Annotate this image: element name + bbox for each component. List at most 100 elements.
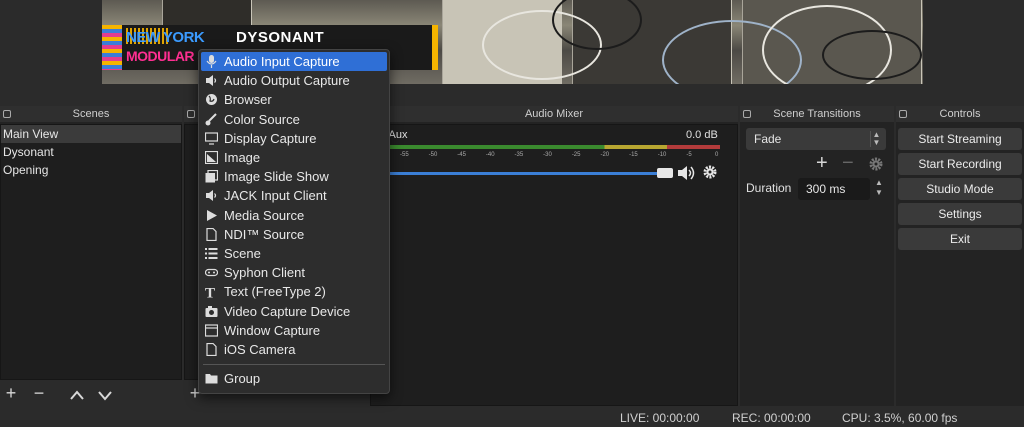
volume-slider-track[interactable] [390,172,660,175]
menu-item-ndi-source[interactable]: NDI™ Source [201,225,387,244]
add-scene-button[interactable]: + [0,382,22,404]
meter-tick-label: -50 [428,152,438,158]
menu-item-label: Window Capture [224,322,321,338]
chevron-up-icon [70,390,84,400]
menu-item-color-source[interactable]: Color Source [201,110,387,129]
exit-button[interactable]: Exit [898,228,1022,250]
menu-item-group[interactable]: Group [201,369,387,388]
gamepad-icon [205,269,218,277]
volume-slider-handle[interactable] [657,168,673,178]
meter-tick-label: -55 [400,152,409,158]
meter-tick-label: -15 [629,152,638,158]
scene-item[interactable]: Opening [1,161,181,179]
remove-scene-button[interactable]: − [28,382,50,404]
scene-item[interactable]: Main View [1,125,181,143]
file-icon [206,343,217,356]
microphone-icon [206,55,217,68]
menu-item-label: Media Source [224,207,305,223]
preview-cable [822,30,922,80]
scenes-list: Main View Dysonant Opening [0,124,182,380]
menu-item-text-freetype-2[interactable]: T Text (FreeType 2) [201,282,387,301]
dock-float-icon[interactable] [899,110,907,118]
menu-item-label: NDI™ Source [224,226,305,242]
menu-item-scene[interactable]: Scene [201,244,387,263]
menu-item-label: Syphon Client [224,265,305,281]
status-bar: LIVE: 00:00:00 REC: 00:00:00 CPU: 3.5%, … [0,408,1024,427]
chevron-down-icon [98,391,112,401]
speaker-icon [206,190,217,202]
menu-item-image[interactable]: Image [201,148,387,167]
overlay-stripes [102,25,122,70]
mixer-dock-title: Audio Mixer [370,106,738,122]
move-scene-up-button[interactable] [66,384,88,406]
menu-item-window-capture[interactable]: Window Capture [201,321,387,340]
menu-item-image-slide-show[interactable]: Image Slide Show [201,167,387,186]
scenes-dock-title: Scenes [0,106,182,122]
menu-item-label: Scene [224,246,261,261]
speaker-icon[interactable] [676,164,696,182]
audio-mixer-dock: Audio Mixer [370,106,738,406]
live-timer: LIVE: 00:00:00 [620,411,700,425]
folder-icon [205,374,218,384]
dock-float-icon[interactable] [743,110,751,118]
dock-float-icon[interactable] [187,110,195,118]
menu-item-label: Video Capture Device [224,303,351,319]
volume-meter [390,145,720,149]
text-icon: T [205,286,215,299]
image-icon [205,151,218,164]
menu-item-label: Audio Output Capture [224,73,350,89]
menu-item-browser[interactable]: Browser [201,90,387,109]
add-transition-button[interactable]: + [816,152,828,175]
meter-tick-label: -40 [485,152,495,158]
scenes-dock: Scenes Main View Dysonant Opening + − [0,106,182,406]
menu-item-media-source[interactable]: Media Source [201,206,387,225]
start-streaming-button[interactable]: Start Streaming [898,128,1022,150]
settings-button[interactable]: Settings [898,203,1022,225]
menu-item-label: Browser [224,92,272,108]
dock-float-icon[interactable] [3,110,11,118]
scene-item[interactable]: Dysonant [1,143,181,161]
controls-dock: Controls [896,106,1024,406]
overlay-line1: NEW YORK [126,29,205,46]
mixer-title: Audio Mixer [524,108,584,120]
duration-input[interactable]: 300 ms [798,178,870,200]
menu-item-audio-output-capture[interactable]: Audio Output Capture [201,71,387,90]
camera-icon [205,305,218,317]
scenes-title: Scenes [72,108,110,120]
meter-tick-label: -20 [600,152,610,158]
meter-tick-label: -30 [543,152,552,158]
transition-select[interactable]: Fade ▲ ▼ [746,128,886,150]
studio-mode-button[interactable]: Studio Mode [898,178,1022,200]
meter-tick-label: -5 [686,152,692,158]
meter-tick-label: -25 [571,152,581,158]
remove-transition-button[interactable]: − [842,152,854,175]
file-icon [206,227,217,241]
menu-item-syphon-client[interactable]: Syphon Client [201,263,387,282]
menu-separator [203,364,385,365]
gear-icon[interactable] [868,156,884,172]
menu-item-display-capture[interactable]: Display Capture [201,129,387,148]
rec-timer: REC: 00:00:00 [732,411,811,425]
menu-item-video-capture-device[interactable]: Video Capture Device [201,302,387,321]
brush-icon [205,112,217,126]
menu-item-label: Audio Input Capture [224,54,340,69]
menu-item-ios-camera[interactable]: iOS Camera [201,340,387,359]
meter-tick-label: 0 [715,152,719,158]
menu-item-label: Color Source [224,111,300,127]
menu-item-label: Display Capture [224,130,317,146]
window-icon [205,324,218,337]
move-scene-down-button[interactable] [94,384,116,406]
duration-stepper[interactable]: ▲ ▼ [872,178,886,200]
meter-ticks: -55 -50 -45 -40 -35 -30 -25 -20 -15 -10 -5 0 [390,152,720,162]
list-icon [205,248,218,259]
svg-text:T: T [205,286,215,299]
start-recording-button[interactable]: Start Recording [898,153,1022,175]
meter-tick-label: -35 [514,152,524,158]
gear-icon[interactable] [702,164,718,180]
transitions-title: Scene Transitions [773,108,861,120]
menu-item-audio-input-capture[interactable]: Audio Input Capture [201,52,387,71]
overlay-bar [432,25,438,70]
menu-item-jack-input-client[interactable]: JACK Input Client [201,186,387,205]
cpu-status: CPU: 3.5%, 60.00 fps [842,411,958,425]
menu-item-label: Image [224,150,261,165]
